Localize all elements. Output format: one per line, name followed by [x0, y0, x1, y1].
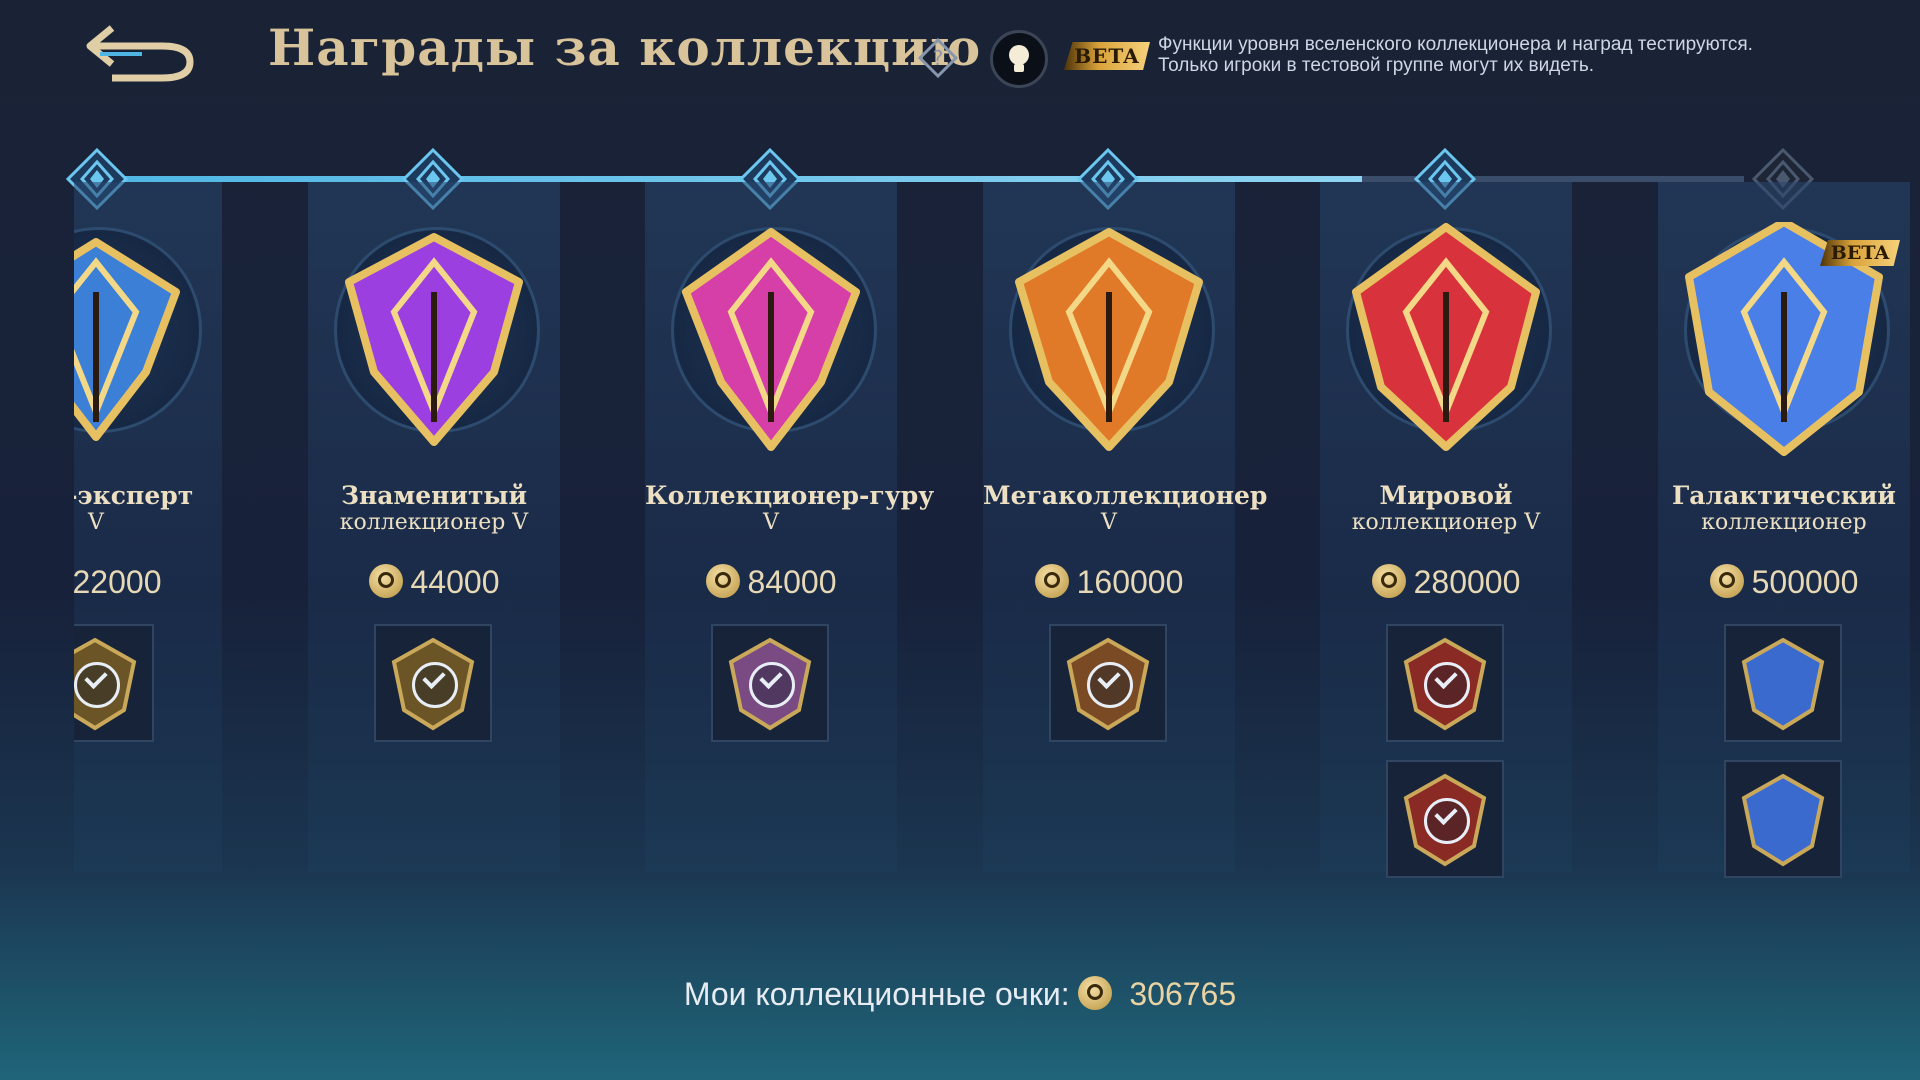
check-icon: [1087, 662, 1133, 708]
page-title: Награды за коллекцию: [268, 18, 982, 77]
tier-points: 280000: [1320, 563, 1572, 602]
check-icon: [412, 662, 458, 708]
tier-points-value: 160000: [1076, 564, 1184, 600]
tier-points-value: 84000: [747, 564, 837, 600]
tier-name: Мировой коллекционер V: [1320, 482, 1572, 536]
reward-icon: [1741, 637, 1825, 731]
reward-item[interactable]: [1386, 760, 1504, 878]
tier-points: 44000: [308, 563, 560, 602]
collection-coin-icon: [1078, 975, 1113, 1010]
tier-card-5[interactable]: Мировой коллекционер V 280000: [1320, 182, 1572, 878]
tier-points: 84000: [645, 563, 897, 602]
tier-card-6[interactable]: Галактический коллекционер 500000 BETA: [1658, 182, 1910, 878]
tier-name: Галактический коллекционер: [1658, 482, 1910, 536]
tier-name: Знаменитый коллекционер V: [308, 482, 560, 536]
svg-text:?: ?: [933, 46, 944, 70]
coin-icon: [368, 563, 403, 598]
reward-item[interactable]: [1724, 760, 1842, 878]
collection-points-label: Мои коллекционные очки:: [683, 976, 1070, 1012]
beta-notice: Функции уровня вселенского коллекционера…: [1158, 34, 1858, 76]
tier-emblem-icon: [1015, 228, 1203, 451]
reward-item[interactable]: [711, 624, 829, 742]
tier-points-value: 500000: [1751, 564, 1859, 600]
help-button[interactable]: ?: [917, 37, 959, 79]
collection-points-value: 306765: [1129, 976, 1237, 1012]
tier-title: Коллекционер-гуру: [645, 481, 935, 510]
check-icon: [749, 662, 795, 708]
tier-points: 500000: [1658, 563, 1910, 602]
beta-notice-line1: Функции уровня вселенского коллекционера…: [1158, 34, 1753, 55]
tier-card-3[interactable]: Коллекционер-гуру V 84000: [645, 182, 934, 872]
tier-title: Мегаколлекционер: [983, 481, 1268, 510]
tier-card-4[interactable]: Мегаколлекционер V 160000: [983, 182, 1267, 872]
tier-title: Галактический: [1672, 481, 1896, 510]
coin-icon: [1371, 563, 1406, 598]
tier-title: Знаменитый: [340, 481, 528, 510]
tier-points-value: 280000: [1413, 564, 1521, 600]
beta-badge: BETA: [1064, 42, 1150, 70]
tier-subtitle: коллекционер: [1701, 510, 1867, 535]
question-icon: ?: [917, 37, 959, 79]
coin-icon: [1709, 563, 1744, 598]
check-icon: [74, 662, 120, 708]
back-arrow-icon: [86, 25, 194, 82]
tier-subtitle: коллекционер V: [339, 510, 529, 535]
tier-subtitle: коллекционер V: [1351, 510, 1541, 535]
lightbulb-icon: [1009, 45, 1029, 72]
tier-card-2[interactable]: Знаменитый коллекционер V 44000: [308, 182, 560, 872]
tier-subtitle: V: [763, 510, 779, 535]
tier-points: 22000: [74, 564, 222, 602]
beta-notice-line2: Только игроки в тестовой группе могут их…: [1158, 55, 1595, 76]
tips-button[interactable]: [990, 30, 1048, 88]
reward-item[interactable]: [1049, 624, 1167, 742]
tier-subtitle: V: [1101, 510, 1117, 535]
tier-title: онер-эксперт: [74, 481, 194, 510]
tier-emblem-icon: [682, 228, 860, 451]
check-icon: [1424, 662, 1470, 708]
tier-emblem-icon: [74, 238, 180, 441]
tier-subtitle: V: [88, 510, 104, 535]
tier-beta-badge: BETA: [1820, 240, 1900, 266]
tier-points-value: 44000: [410, 564, 500, 600]
tier-emblem-icon: [1352, 223, 1540, 451]
reward-item[interactable]: [74, 624, 154, 742]
reward-item[interactable]: [1386, 624, 1504, 742]
tier-name: Мегаколлекционер V: [983, 482, 1267, 536]
reward-item[interactable]: [1724, 624, 1842, 742]
tier-card-1[interactable]: онер-эксперт V 22000: [74, 182, 222, 872]
back-button[interactable]: [82, 18, 202, 88]
check-icon: [1424, 798, 1470, 844]
tier-name: Коллекционер-гуру V: [645, 482, 934, 536]
tier-name: онер-эксперт V: [74, 482, 222, 536]
tier-emblem-icon: [345, 233, 523, 446]
tier-title: Мировой: [1379, 481, 1513, 510]
coin-icon: [705, 563, 740, 598]
collection-points: Мои коллекционные очки: 306765: [0, 975, 1920, 1014]
reward-icon: [1741, 773, 1825, 867]
tier-points: 160000: [983, 563, 1235, 602]
reward-item[interactable]: [374, 624, 492, 742]
header: Награды за коллекцию ? BETA Функции уров…: [0, 0, 1920, 110]
coin-icon: [1034, 563, 1069, 598]
tier-points-value: 22000: [74, 564, 162, 600]
